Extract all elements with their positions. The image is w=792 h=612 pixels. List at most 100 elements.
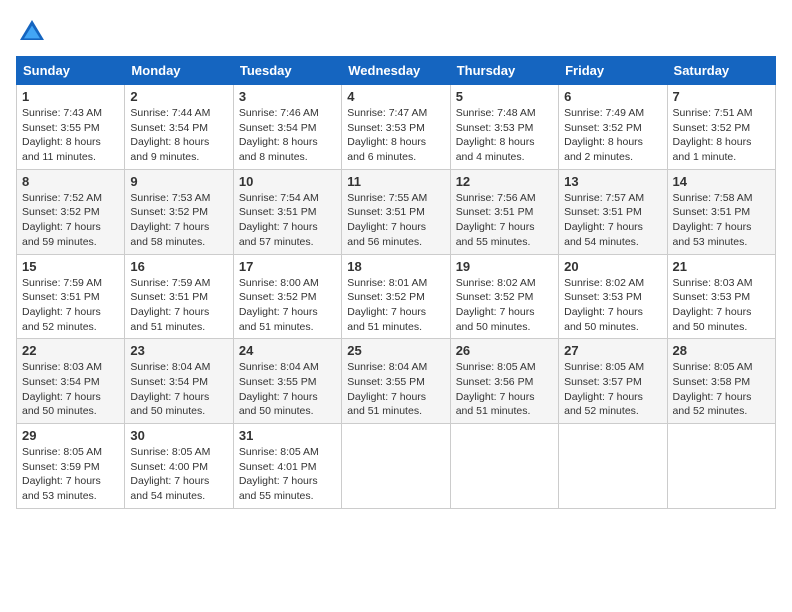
calendar-header-wednesday: Wednesday (342, 57, 450, 85)
calendar-cell: 9 Sunrise: 7:53 AMSunset: 3:52 PMDayligh… (125, 169, 233, 254)
calendar-cell (559, 424, 667, 509)
day-number: 31 (239, 428, 336, 443)
calendar-header-friday: Friday (559, 57, 667, 85)
day-number: 18 (347, 259, 444, 274)
day-info: Sunrise: 8:03 AMSunset: 3:53 PMDaylight:… (673, 276, 770, 335)
calendar-cell: 2 Sunrise: 7:44 AMSunset: 3:54 PMDayligh… (125, 85, 233, 170)
calendar-cell: 22 Sunrise: 8:03 AMSunset: 3:54 PMDaylig… (17, 339, 125, 424)
day-info: Sunrise: 7:59 AMSunset: 3:51 PMDaylight:… (22, 276, 119, 335)
day-number: 10 (239, 174, 336, 189)
day-number: 15 (22, 259, 119, 274)
calendar-cell: 8 Sunrise: 7:52 AMSunset: 3:52 PMDayligh… (17, 169, 125, 254)
calendar-header-tuesday: Tuesday (233, 57, 341, 85)
day-number: 14 (673, 174, 770, 189)
calendar-week-1: 1 Sunrise: 7:43 AMSunset: 3:55 PMDayligh… (17, 85, 776, 170)
day-info: Sunrise: 8:04 AMSunset: 3:55 PMDaylight:… (347, 360, 444, 419)
day-info: Sunrise: 8:01 AMSunset: 3:52 PMDaylight:… (347, 276, 444, 335)
calendar-cell: 3 Sunrise: 7:46 AMSunset: 3:54 PMDayligh… (233, 85, 341, 170)
day-info: Sunrise: 8:05 AMSunset: 3:56 PMDaylight:… (456, 360, 553, 419)
calendar-cell: 30 Sunrise: 8:05 AMSunset: 4:00 PMDaylig… (125, 424, 233, 509)
day-info: Sunrise: 7:56 AMSunset: 3:51 PMDaylight:… (456, 191, 553, 250)
calendar-cell: 28 Sunrise: 8:05 AMSunset: 3:58 PMDaylig… (667, 339, 775, 424)
calendar-cell: 21 Sunrise: 8:03 AMSunset: 3:53 PMDaylig… (667, 254, 775, 339)
calendar-header-sunday: Sunday (17, 57, 125, 85)
day-number: 23 (130, 343, 227, 358)
day-number: 2 (130, 89, 227, 104)
day-number: 1 (22, 89, 119, 104)
calendar-header-saturday: Saturday (667, 57, 775, 85)
calendar-cell: 4 Sunrise: 7:47 AMSunset: 3:53 PMDayligh… (342, 85, 450, 170)
day-number: 7 (673, 89, 770, 104)
day-number: 24 (239, 343, 336, 358)
day-info: Sunrise: 8:02 AMSunset: 3:53 PMDaylight:… (564, 276, 661, 335)
logo (16, 16, 52, 48)
day-number: 6 (564, 89, 661, 104)
day-info: Sunrise: 7:59 AMSunset: 3:51 PMDaylight:… (130, 276, 227, 335)
day-number: 11 (347, 174, 444, 189)
day-info: Sunrise: 7:44 AMSunset: 3:54 PMDaylight:… (130, 106, 227, 165)
day-number: 26 (456, 343, 553, 358)
calendar-table: SundayMondayTuesdayWednesdayThursdayFrid… (16, 56, 776, 509)
day-info: Sunrise: 7:52 AMSunset: 3:52 PMDaylight:… (22, 191, 119, 250)
day-info: Sunrise: 8:00 AMSunset: 3:52 PMDaylight:… (239, 276, 336, 335)
day-info: Sunrise: 8:05 AMSunset: 4:01 PMDaylight:… (239, 445, 336, 504)
calendar-cell: 25 Sunrise: 8:04 AMSunset: 3:55 PMDaylig… (342, 339, 450, 424)
day-info: Sunrise: 8:03 AMSunset: 3:54 PMDaylight:… (22, 360, 119, 419)
day-number: 22 (22, 343, 119, 358)
day-info: Sunrise: 7:46 AMSunset: 3:54 PMDaylight:… (239, 106, 336, 165)
calendar-cell (342, 424, 450, 509)
day-info: Sunrise: 7:53 AMSunset: 3:52 PMDaylight:… (130, 191, 227, 250)
day-info: Sunrise: 8:02 AMSunset: 3:52 PMDaylight:… (456, 276, 553, 335)
day-info: Sunrise: 8:04 AMSunset: 3:54 PMDaylight:… (130, 360, 227, 419)
day-number: 9 (130, 174, 227, 189)
day-info: Sunrise: 7:48 AMSunset: 3:53 PMDaylight:… (456, 106, 553, 165)
day-info: Sunrise: 7:43 AMSunset: 3:55 PMDaylight:… (22, 106, 119, 165)
calendar-week-4: 22 Sunrise: 8:03 AMSunset: 3:54 PMDaylig… (17, 339, 776, 424)
calendar-cell: 24 Sunrise: 8:04 AMSunset: 3:55 PMDaylig… (233, 339, 341, 424)
calendar-cell: 20 Sunrise: 8:02 AMSunset: 3:53 PMDaylig… (559, 254, 667, 339)
day-info: Sunrise: 7:49 AMSunset: 3:52 PMDaylight:… (564, 106, 661, 165)
day-number: 3 (239, 89, 336, 104)
day-number: 13 (564, 174, 661, 189)
day-info: Sunrise: 8:05 AMSunset: 4:00 PMDaylight:… (130, 445, 227, 504)
day-number: 8 (22, 174, 119, 189)
calendar-cell: 13 Sunrise: 7:57 AMSunset: 3:51 PMDaylig… (559, 169, 667, 254)
day-info: Sunrise: 8:05 AMSunset: 3:57 PMDaylight:… (564, 360, 661, 419)
page-header (16, 16, 776, 48)
day-info: Sunrise: 7:57 AMSunset: 3:51 PMDaylight:… (564, 191, 661, 250)
calendar-cell: 7 Sunrise: 7:51 AMSunset: 3:52 PMDayligh… (667, 85, 775, 170)
calendar-cell: 10 Sunrise: 7:54 AMSunset: 3:51 PMDaylig… (233, 169, 341, 254)
day-number: 30 (130, 428, 227, 443)
day-number: 25 (347, 343, 444, 358)
calendar-week-2: 8 Sunrise: 7:52 AMSunset: 3:52 PMDayligh… (17, 169, 776, 254)
calendar-cell: 26 Sunrise: 8:05 AMSunset: 3:56 PMDaylig… (450, 339, 558, 424)
calendar-cell: 19 Sunrise: 8:02 AMSunset: 3:52 PMDaylig… (450, 254, 558, 339)
calendar-cell: 27 Sunrise: 8:05 AMSunset: 3:57 PMDaylig… (559, 339, 667, 424)
calendar-cell: 14 Sunrise: 7:58 AMSunset: 3:51 PMDaylig… (667, 169, 775, 254)
day-info: Sunrise: 7:55 AMSunset: 3:51 PMDaylight:… (347, 191, 444, 250)
calendar-cell (667, 424, 775, 509)
day-number: 17 (239, 259, 336, 274)
calendar-header-row: SundayMondayTuesdayWednesdayThursdayFrid… (17, 57, 776, 85)
day-info: Sunrise: 7:58 AMSunset: 3:51 PMDaylight:… (673, 191, 770, 250)
calendar-cell: 15 Sunrise: 7:59 AMSunset: 3:51 PMDaylig… (17, 254, 125, 339)
day-number: 16 (130, 259, 227, 274)
calendar-week-3: 15 Sunrise: 7:59 AMSunset: 3:51 PMDaylig… (17, 254, 776, 339)
calendar-cell: 17 Sunrise: 8:00 AMSunset: 3:52 PMDaylig… (233, 254, 341, 339)
logo-icon (16, 16, 48, 48)
calendar-header-thursday: Thursday (450, 57, 558, 85)
day-number: 28 (673, 343, 770, 358)
calendar-cell: 31 Sunrise: 8:05 AMSunset: 4:01 PMDaylig… (233, 424, 341, 509)
calendar-cell: 18 Sunrise: 8:01 AMSunset: 3:52 PMDaylig… (342, 254, 450, 339)
calendar-cell (450, 424, 558, 509)
calendar-cell: 5 Sunrise: 7:48 AMSunset: 3:53 PMDayligh… (450, 85, 558, 170)
calendar-week-5: 29 Sunrise: 8:05 AMSunset: 3:59 PMDaylig… (17, 424, 776, 509)
calendar-cell: 6 Sunrise: 7:49 AMSunset: 3:52 PMDayligh… (559, 85, 667, 170)
day-number: 12 (456, 174, 553, 189)
day-number: 21 (673, 259, 770, 274)
day-number: 5 (456, 89, 553, 104)
day-number: 20 (564, 259, 661, 274)
day-info: Sunrise: 7:47 AMSunset: 3:53 PMDaylight:… (347, 106, 444, 165)
day-number: 19 (456, 259, 553, 274)
calendar-cell: 11 Sunrise: 7:55 AMSunset: 3:51 PMDaylig… (342, 169, 450, 254)
